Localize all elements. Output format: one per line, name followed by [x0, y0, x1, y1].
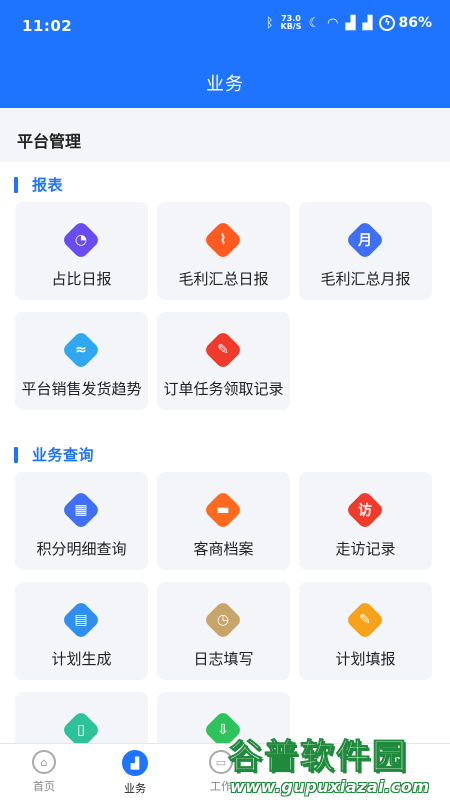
status-icons: ᛒ 73.0 KB/S ☾ ◠ ▟ ▟ ϟ 86%	[266, 15, 432, 31]
section-reports-title: 报表	[14, 174, 63, 195]
points-query-icon: ▦	[61, 490, 101, 530]
log-clipboard-icon: ◷	[203, 600, 243, 640]
menu-tile[interactable]: ✎ 订单任务领取记录	[157, 312, 290, 410]
site-watermark: 谷普软件园 www.gupuxiazai.com	[222, 725, 450, 800]
section-title-text: 业务查询	[32, 446, 95, 464]
order-task-icon: ✎	[203, 330, 243, 370]
page-title: 业务	[206, 74, 244, 95]
section-marker	[14, 176, 18, 193]
sales-trend-icon: ≈	[61, 330, 101, 370]
tab-label: 首页	[33, 780, 55, 793]
menu-tile-label: 走访记录	[335, 540, 396, 558]
plan-edit-icon: ✎	[345, 600, 385, 640]
menu-tile[interactable]: 访走访记录	[299, 472, 432, 570]
watermark-url: www.gupuxiazai.com	[230, 777, 430, 796]
menu-tile[interactable]: ✎ 计划填报	[299, 582, 432, 680]
menu-tile[interactable]: ◷ 日志填写	[157, 582, 290, 680]
moon-icon: ☾	[308, 15, 321, 31]
menu-tile-label: 计划填报	[335, 650, 396, 668]
battery: ϟ 86%	[379, 15, 432, 31]
pie-chart-icon: ◔	[61, 220, 101, 260]
section-title-text: 报表	[32, 176, 64, 194]
signal-icon-2: ▟	[362, 15, 373, 31]
tab-label: 业务	[124, 782, 146, 795]
net-speed: 73.0 KB/S	[281, 15, 302, 31]
platform-label: 平台管理	[17, 132, 82, 151]
tab-home[interactable]: ⌂ 首页	[14, 750, 74, 794]
section-query-title: 业务查询	[14, 444, 94, 465]
printer-icon: ▤	[61, 600, 101, 640]
platform-bar: 平台管理	[0, 108, 450, 162]
menu-tile-label: 客商档案	[193, 540, 254, 558]
menu-tile-label: 毛利汇总月报	[320, 270, 411, 288]
status-time: 11:02	[22, 17, 73, 35]
menu-tile-label: 毛利汇总日报	[178, 270, 269, 288]
menu-tile[interactable]: ≈ 平台销售发货趋势	[15, 312, 148, 410]
business-icon: ▟	[122, 750, 148, 776]
wifi-icon: ◠	[327, 15, 339, 31]
menu-tile-label: 计划生成	[51, 650, 112, 668]
watermark-title: 谷普软件园	[228, 737, 408, 778]
menu-tile[interactable]: ◔ 占比日报	[15, 202, 148, 300]
menu-tile[interactable]: ▦ 积分明细查询	[15, 472, 148, 570]
app-header: 11:02 ᛒ 73.0 KB/S ☾ ◠ ▟ ▟ ϟ 86% 业务	[0, 0, 450, 108]
menu-tile-label: 积分明细查询	[36, 540, 127, 558]
menu-tile-label: 订单任务领取记录	[163, 380, 284, 398]
menu-tile-label: 平台销售发货趋势	[21, 380, 142, 398]
status-bar: 11:02 ᛒ 73.0 KB/S ☾ ◠ ▟ ▟ ϟ 86%	[0, 0, 450, 50]
battery-level: 86%	[398, 15, 432, 31]
bluetooth-icon: ᛒ	[265, 15, 274, 31]
menu-tile-label: 占比日报	[51, 270, 112, 288]
menu-tile[interactable]: ▤ 计划生成	[15, 582, 148, 680]
month-calendar-icon: 月	[345, 220, 385, 260]
visit-record-icon: 访	[345, 490, 385, 530]
folder-icon: ▬	[203, 490, 243, 530]
menu-tile[interactable]: 月毛利汇总月报	[299, 202, 432, 300]
menu-tile[interactable]: ⌇ 毛利汇总日报	[157, 202, 290, 300]
battery-icon: ϟ	[379, 15, 396, 31]
net-speed-unit: KB/S	[280, 22, 302, 31]
menu-tile-label: 日志填写	[193, 650, 254, 668]
section-marker	[14, 446, 18, 463]
menu-tile[interactable]: ▬ 客商档案	[157, 472, 290, 570]
home-icon: ⌂	[32, 750, 56, 774]
tab-business[interactable]: ▟ 业务	[105, 750, 165, 796]
signal-icon-1: ▟	[345, 15, 356, 31]
line-chart-icon: ⌇	[203, 220, 243, 260]
